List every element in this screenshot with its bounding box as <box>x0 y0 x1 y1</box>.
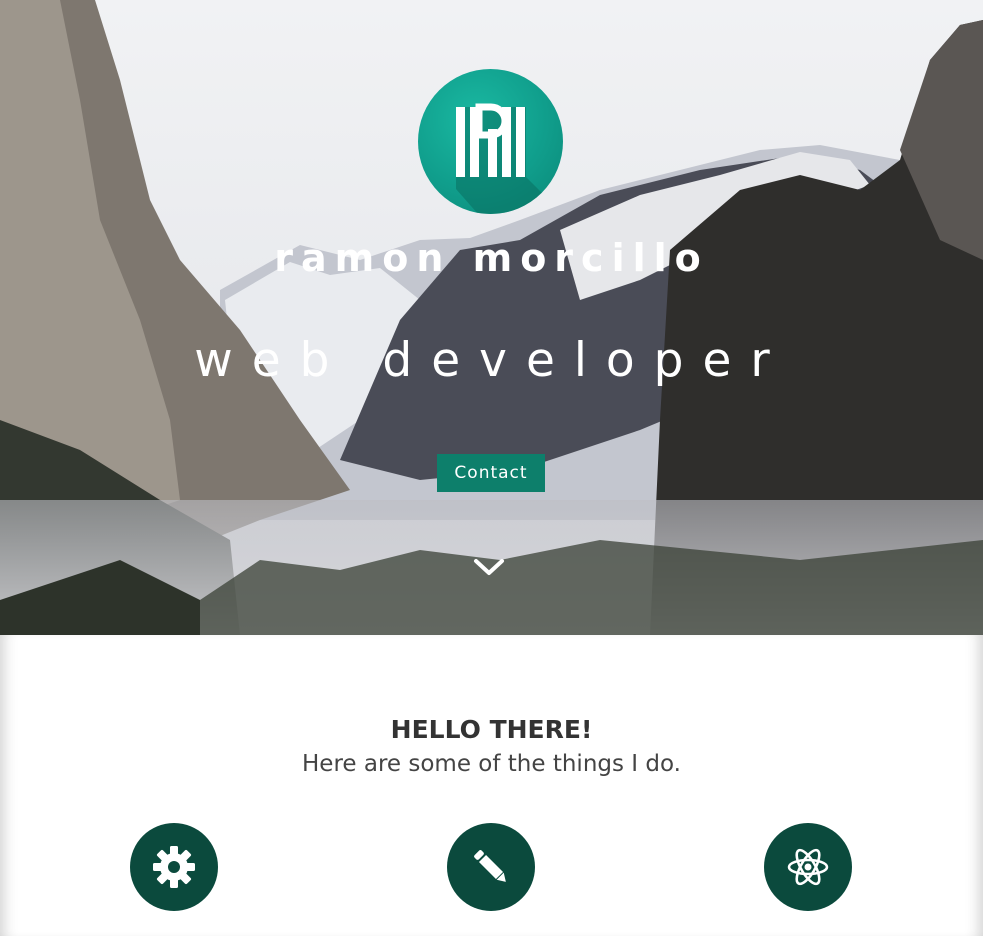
intro-section: HELLO THERE! Here are some of the things… <box>0 635 983 936</box>
scroll-down-chevron-icon[interactable] <box>472 555 506 579</box>
intro-heading: HELLO THERE! <box>390 715 593 744</box>
pencil-icon <box>474 850 506 882</box>
contact-button[interactable]: Contact <box>437 454 545 492</box>
hero-role: web developer <box>194 333 789 388</box>
service-gear <box>130 823 218 911</box>
hero-section: ramon morcillo web developer Contact <box>0 0 983 635</box>
atom-icon <box>787 848 829 886</box>
service-pencil <box>447 823 535 911</box>
service-atom <box>764 823 852 911</box>
gear-icon <box>153 846 195 888</box>
rm-monogram-icon <box>456 103 563 214</box>
intro-subheading: Here are some of the things I do. <box>302 751 681 777</box>
logo <box>418 69 563 214</box>
hero-name: ramon morcillo <box>274 236 709 280</box>
